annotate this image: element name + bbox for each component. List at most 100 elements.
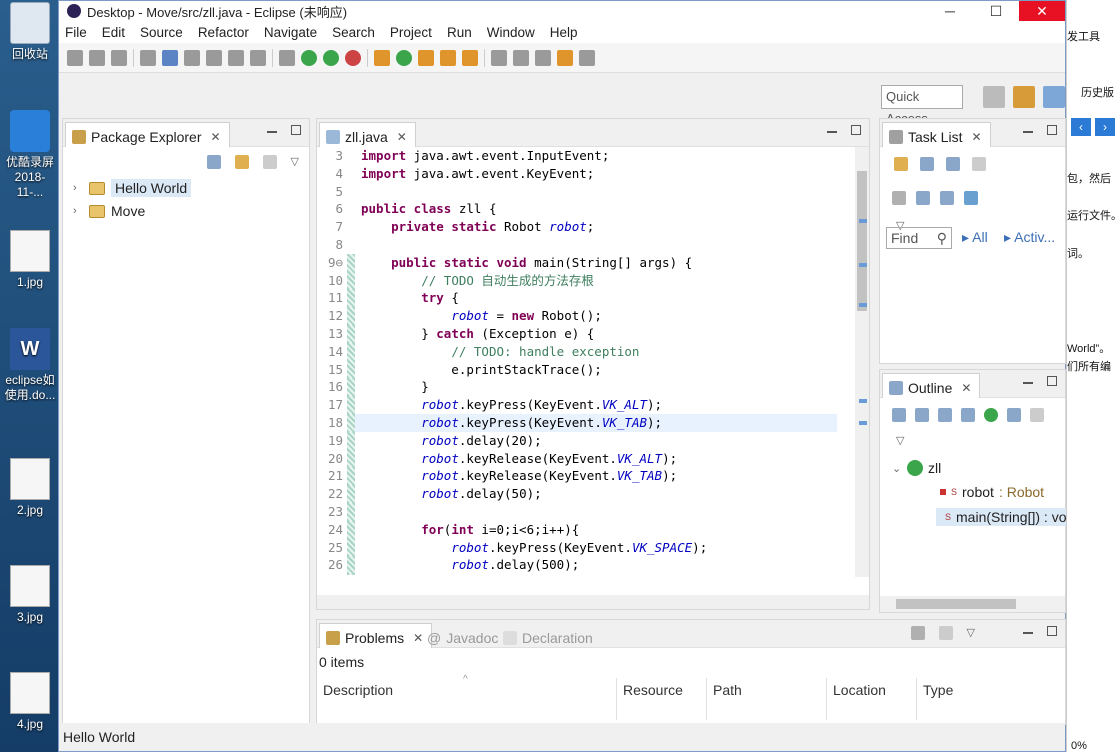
toggle-block-icon[interactable] (228, 49, 244, 66)
close-tab-icon[interactable]: ✕ (397, 130, 407, 144)
open-folder-icon[interactable] (418, 49, 434, 66)
sort-icon[interactable] (915, 408, 929, 422)
debug-icon[interactable] (279, 49, 295, 66)
close-tab-icon[interactable]: ✕ (961, 381, 971, 395)
forward-arrow-icon[interactable] (579, 49, 595, 66)
code-text[interactable]: robot = new Robot(); (355, 307, 602, 325)
code-text[interactable]: } (355, 378, 429, 396)
code-text[interactable]: import java.awt.event.InputEvent; (355, 147, 609, 165)
minimize-button[interactable]: ─ (927, 1, 973, 21)
view-menu-icon[interactable]: ▽ (291, 155, 299, 169)
scrollbar-thumb[interactable] (896, 599, 1016, 609)
desktop-file-4jpg[interactable]: 4.jpg (2, 672, 58, 732)
code-text[interactable]: private static Robot robot; (355, 218, 594, 236)
outline-class-zll[interactable]: ⌄ zll (892, 460, 941, 476)
menu-window[interactable]: Window (487, 25, 535, 40)
hide-nonpublic-icon[interactable] (984, 408, 998, 422)
close-tab-icon[interactable]: ✕ (211, 130, 221, 144)
coverage-icon[interactable] (323, 49, 339, 66)
filter-all-link[interactable]: ▸ All (962, 229, 988, 246)
code-text[interactable]: } catch (Exception e) { (355, 325, 594, 343)
expand-icon[interactable]: › (73, 205, 83, 217)
code-line[interactable]: 27 robot.mouseMove(700, 480); (317, 574, 837, 575)
code-text[interactable]: robot.mouseMove(700, 480); (355, 574, 647, 575)
code-line[interactable]: 9⊖ public static void main(String[] args… (317, 253, 837, 272)
column-path[interactable]: Path (707, 678, 827, 720)
activate-task-link[interactable]: ▸ Activ... (1004, 229, 1055, 246)
recycle-bin-icon[interactable]: 回收站 (2, 2, 58, 62)
tab-outline[interactable]: Outline ✕ (882, 373, 981, 398)
expand-icon[interactable]: › (73, 182, 83, 194)
title-bar[interactable]: Desktop - Move/src/zll.java - Eclipse (未… (59, 1, 1065, 21)
categorized-icon[interactable] (920, 157, 934, 171)
collapse-all-icon[interactable] (892, 408, 906, 422)
desktop-file-doc[interactable]: W eclipse如 使用.do... (2, 328, 58, 403)
overview-marker[interactable] (859, 399, 867, 403)
code-line[interactable]: 7 private static Robot robot; (317, 218, 837, 236)
code-line[interactable]: 17 robot.keyPress(KeyEvent.VK_ALT); (317, 396, 837, 414)
save-all-icon[interactable] (111, 49, 127, 66)
prev-annotation-icon[interactable] (513, 49, 529, 66)
code-text[interactable] (355, 503, 361, 521)
code-text[interactable]: robot.keyPress(KeyEvent.VK_TAB); (355, 413, 837, 432)
desktop-file-3jpg[interactable]: 3.jpg (2, 565, 58, 625)
code-line[interactable]: 5 (317, 183, 837, 201)
code-editor[interactable]: 3 import java.awt.event.InputEvent; 4 impor… (317, 147, 837, 575)
code-text[interactable]: for(int i=0;i<6;i++){ (355, 521, 579, 539)
collapse-all-icon[interactable] (206, 155, 221, 169)
outline-field-robot[interactable]: S robot : Robot (940, 484, 1044, 500)
menu-refactor[interactable]: Refactor (198, 25, 249, 40)
tab-zll-java[interactable]: zll.java ✕ (319, 122, 416, 147)
search-icon[interactable] (462, 49, 478, 66)
code-line[interactable]: 4 import java.awt.event.KeyEvent; (317, 165, 837, 183)
horizontal-scrollbar[interactable] (317, 595, 869, 609)
mark-occurrences-icon[interactable] (206, 49, 222, 66)
code-line[interactable]: 18 robot.keyPress(KeyEvent.VK_TAB); (317, 413, 837, 432)
column-location[interactable]: Location (827, 678, 917, 720)
code-text[interactable]: robot.delay(500); (355, 556, 579, 574)
tab-declaration[interactable]: Declaration (497, 623, 601, 648)
code-line[interactable]: 25 robot.keyPress(KeyEvent.VK_SPACE); (317, 538, 837, 557)
scheduled-icon[interactable] (946, 157, 960, 171)
code-text[interactable]: robot.keyPress(KeyEvent.VK_ALT); (355, 396, 662, 414)
view-menu-icon[interactable]: ▽ (896, 434, 904, 447)
code-text[interactable]: robot.delay(20); (355, 432, 541, 450)
code-line[interactable]: 23 (317, 502, 837, 521)
menu-project[interactable]: Project (390, 25, 432, 40)
code-line[interactable]: 13 } catch (Exception e) { (317, 324, 837, 343)
save-icon[interactable] (89, 49, 105, 66)
java-perspective-icon[interactable] (1043, 86, 1065, 108)
overview-marker[interactable] (859, 219, 867, 223)
scrollbar-thumb[interactable] (857, 171, 867, 311)
maximize-pane-icon[interactable] (1047, 376, 1057, 386)
menu-help[interactable]: Help (550, 25, 578, 40)
new-package-icon[interactable] (374, 49, 390, 66)
desktop-file-1jpg[interactable]: 1.jpg (2, 230, 58, 290)
new-task-icon[interactable] (894, 157, 908, 171)
code-text[interactable] (355, 183, 361, 201)
code-line[interactable]: 26 robot.delay(500); (317, 556, 837, 575)
code-line[interactable]: 21 robot.keyRelease(KeyEvent.VK_TAB); (317, 467, 837, 486)
terminal-icon[interactable] (162, 49, 178, 66)
tree-item-move[interactable]: › Move (73, 203, 145, 219)
close-button[interactable]: ✕ (1019, 1, 1065, 21)
code-text[interactable]: e.printStackTrace(); (355, 361, 602, 379)
column-type[interactable]: Type (917, 678, 1065, 720)
code-text[interactable]: robot.keyPress(KeyEvent.VK_SPACE); (355, 539, 707, 557)
code-line[interactable]: 16 } (317, 378, 837, 397)
show-whitespace-icon[interactable] (250, 49, 266, 66)
new-class-icon[interactable] (396, 49, 412, 66)
code-line[interactable]: 24 for(int i=0;i<6;i++){ (317, 520, 837, 539)
vertical-scrollbar[interactable] (855, 147, 869, 577)
code-line[interactable]: 14 // TODO: handle exception (317, 342, 837, 361)
java-ee-perspective-icon[interactable] (1013, 86, 1035, 108)
tab-package-explorer[interactable]: Package Explorer ✕ (65, 122, 230, 147)
horizontal-scrollbar[interactable] (880, 596, 1065, 612)
minimize-pane-icon[interactable] (1023, 382, 1033, 384)
close-tab-icon[interactable]: ✕ (971, 130, 981, 144)
column-resource[interactable]: Resource (617, 678, 707, 720)
code-text[interactable] (355, 236, 361, 254)
focus-task-icon[interactable] (262, 155, 277, 169)
last-edit-icon[interactable] (535, 49, 551, 66)
desktop-file-2jpg[interactable]: 2.jpg (2, 458, 58, 518)
